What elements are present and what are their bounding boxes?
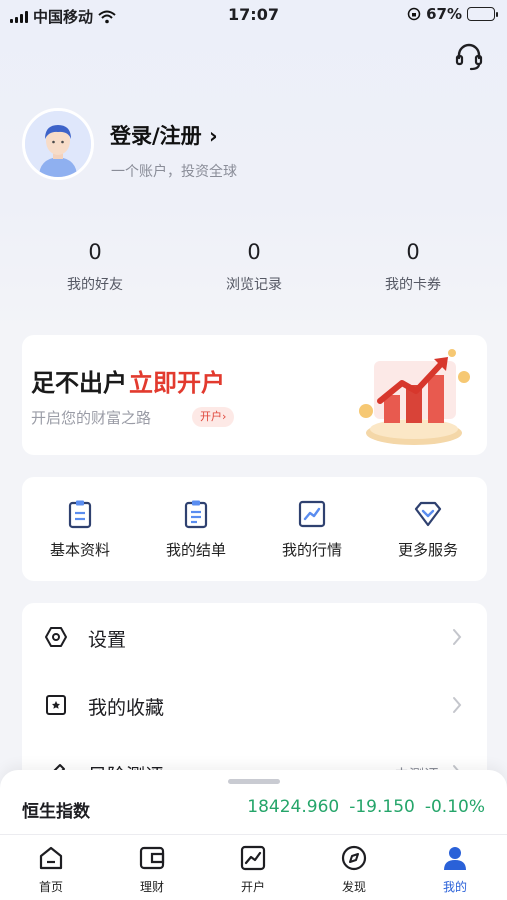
quick-label: 基本资料	[49, 541, 110, 559]
tab-open-account[interactable]: 开户	[213, 844, 293, 895]
document-icon	[184, 500, 208, 529]
promo-subtitle: 开启您的财富之路	[31, 409, 152, 427]
menu-label: 我的收藏	[88, 697, 165, 719]
quick-label: 更多服务	[397, 541, 458, 559]
tab-label: 开户	[240, 880, 265, 894]
market-change: -19.150	[349, 797, 415, 817]
chevron-right-icon	[453, 629, 462, 645]
menu-item-settings[interactable]: 设置	[22, 603, 487, 671]
stats-row: 0 我的好友 0 浏览记录 0 我的卡券	[0, 240, 507, 300]
stat-value: 0	[88, 240, 102, 264]
tab-mine[interactable]: 我的	[415, 844, 495, 895]
quick-label: 我的结单	[165, 541, 226, 559]
tab-label: 我的	[442, 880, 467, 894]
battery-icon	[467, 7, 498, 21]
headset-icon[interactable]	[454, 42, 484, 72]
stat-value: 0	[247, 240, 261, 264]
battery-percent: 67%	[426, 5, 462, 23]
market-change-percent: -0.10%	[424, 797, 485, 817]
chart-icon	[240, 845, 266, 871]
avatar[interactable]	[22, 108, 94, 180]
compass-icon	[341, 845, 367, 871]
tab-discover[interactable]: 发现	[314, 844, 394, 895]
tab-wealth[interactable]: 理财	[112, 844, 192, 895]
stat-label: 我的好友	[67, 277, 123, 293]
menu-item-favorites[interactable]: 我的收藏	[22, 671, 487, 739]
tab-home[interactable]: 首页	[11, 844, 91, 895]
settings-icon	[45, 627, 67, 647]
status-right: 67%	[407, 5, 498, 23]
diamond-icon	[414, 501, 442, 527]
open-account-tag[interactable]: 开户›	[192, 407, 235, 427]
market-index-values[interactable]: 18424.960 -19.150 -0.10%	[247, 797, 485, 817]
tab-label: 理财	[139, 880, 164, 894]
quick-basic-info[interactable]: 基本资料	[30, 499, 130, 560]
quick-more-services[interactable]: 更多服务	[378, 499, 478, 560]
market-price: 18424.960	[247, 797, 340, 817]
stat-friends[interactable]: 0 我的好友	[35, 240, 155, 294]
status-bar: 中国移动 17:07 67%	[0, 0, 507, 30]
menu-label: 设置	[88, 629, 127, 651]
wallet-icon	[139, 846, 165, 870]
user-icon	[444, 847, 466, 870]
stat-coupons[interactable]: 0 我的卡券	[353, 240, 473, 294]
profile-subtitle: 一个账户，投资全球	[111, 164, 237, 180]
promo-title-main: 足不出户	[31, 369, 127, 397]
quick-label: 我的行情	[281, 541, 342, 559]
rotation-lock-icon	[407, 7, 421, 21]
quick-quotes[interactable]: 我的行情	[262, 499, 362, 560]
divider	[0, 834, 507, 835]
favorites-icon	[46, 695, 66, 715]
promo-title: 足不出户立即开户	[31, 363, 225, 398]
stat-history[interactable]: 0 浏览记录	[194, 240, 314, 294]
quick-statements[interactable]: 我的结单	[146, 499, 246, 560]
promo-title-accent: 立即开户	[129, 369, 225, 397]
tab-label: 首页	[38, 880, 63, 894]
home-icon	[39, 846, 63, 870]
clipboard-icon	[68, 500, 92, 529]
stat-label: 我的卡券	[385, 277, 441, 293]
open-account-banner[interactable]: 足不出户立即开户 开启您的财富之路 开户›	[22, 335, 487, 455]
growth-chart-illustration	[359, 349, 470, 445]
stat-value: 0	[406, 240, 420, 264]
tab-label: 发现	[341, 880, 366, 894]
quick-actions: 基本资料 我的结单 我的行情 更多服务	[22, 477, 487, 581]
login-register-link[interactable]: 登录/注册 ›	[110, 120, 218, 150]
market-index-name[interactable]: 恒生指数	[22, 797, 90, 822]
stat-label: 浏览记录	[226, 277, 282, 293]
chart-icon	[298, 500, 326, 528]
bottom-panel: 恒生指数 18424.960 -19.150 -0.10% 首页 理财 开户 发…	[0, 770, 507, 900]
user-avatar-icon	[25, 111, 91, 177]
drag-handle[interactable]	[228, 779, 280, 784]
chevron-right-icon	[453, 697, 462, 713]
